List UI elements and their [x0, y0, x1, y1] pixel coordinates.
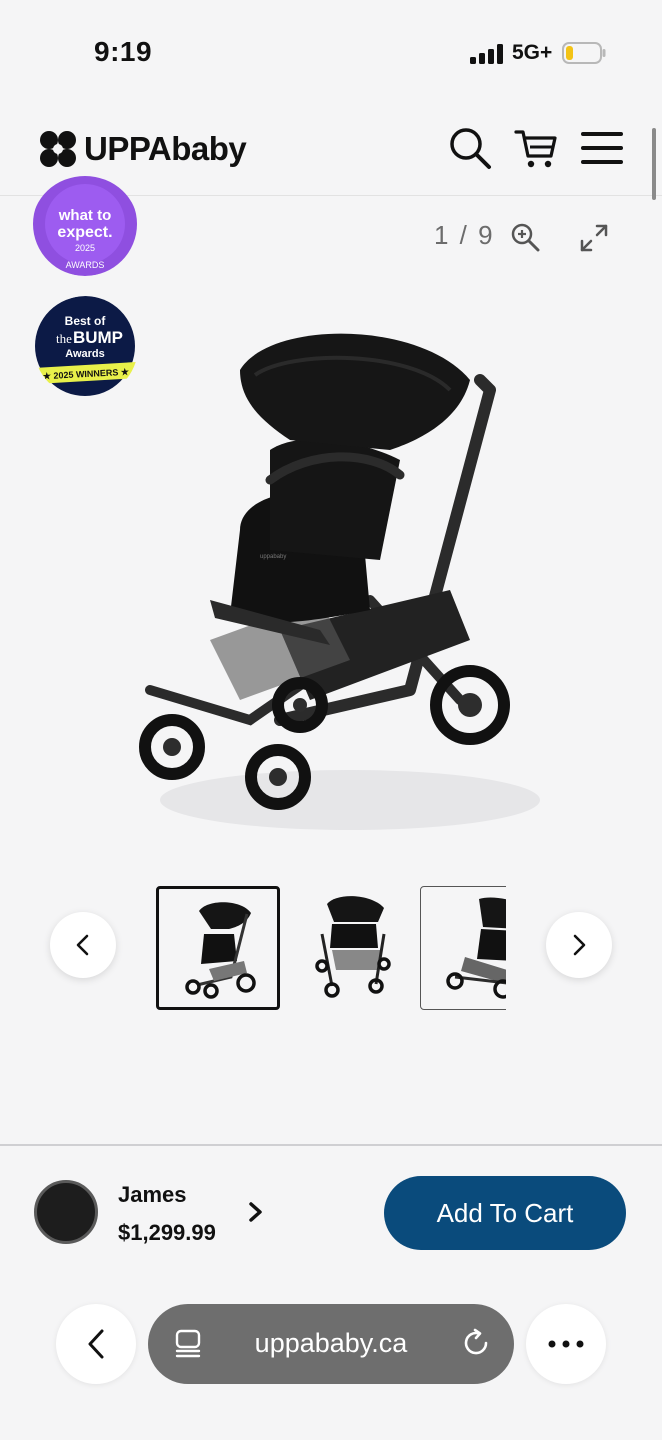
zoom-in-icon[interactable]	[510, 222, 540, 252]
cart-icon[interactable]	[514, 126, 558, 170]
battery-icon	[562, 42, 606, 64]
thumbnail-2[interactable]	[292, 886, 416, 1010]
browser-toolbar: uppababy.ca	[0, 1272, 662, 1440]
fullscreen-icon[interactable]	[578, 222, 610, 254]
variant-name: James	[118, 1182, 187, 1207]
network-type: 5G+	[512, 41, 553, 64]
carousel-next-button[interactable]	[546, 912, 612, 978]
reload-icon[interactable]	[462, 1328, 492, 1358]
more-icon	[548, 1340, 584, 1348]
url-text: uppababy.ca	[254, 1328, 408, 1358]
what-to-expect-award-badge: what to expect. 2025 AWARDS	[33, 176, 137, 276]
chevron-left-icon	[88, 1329, 104, 1359]
address-bar[interactable]: uppababy.ca	[148, 1304, 514, 1384]
carousel-prev-button[interactable]	[50, 912, 116, 978]
chevron-right-icon	[573, 934, 586, 956]
svg-text:Best of: Best of	[65, 314, 107, 328]
signal-icon	[470, 44, 503, 64]
browser-more-button[interactable]	[526, 1304, 606, 1384]
svg-text:Awards: Awards	[65, 348, 105, 360]
stroller-thumbnail-image	[185, 902, 256, 999]
chevron-right-icon[interactable]	[246, 1200, 266, 1224]
search-icon[interactable]	[448, 126, 492, 170]
svg-text:expect.: expect.	[57, 224, 112, 241]
image-counter: 1 / 9	[434, 220, 495, 250]
variant-price: $1,299.99	[118, 1220, 216, 1245]
browser-back-button[interactable]	[56, 1304, 136, 1384]
uppababy-logo[interactable]: UPPAbaby	[38, 128, 247, 170]
status-time: 9:19	[94, 36, 153, 67]
svg-text:BUMP: BUMP	[73, 328, 123, 347]
logo-wordmark: UPPAbaby	[84, 130, 247, 167]
thumbnail-1[interactable]	[156, 886, 280, 1010]
stroller-thumbnail-image	[315, 896, 391, 998]
stroller-thumbnail-image	[446, 897, 506, 999]
page-scrollbar[interactable]	[652, 128, 656, 200]
thumbnail-3[interactable]	[420, 886, 506, 1010]
svg-text:2025: 2025	[75, 243, 95, 253]
sticky-purchase-bar: James $1,299.99 Add To Cart	[0, 1146, 662, 1272]
chevron-left-icon	[76, 934, 89, 956]
svg-text:the: the	[56, 331, 72, 346]
svg-text:what to: what to	[58, 207, 112, 224]
menu-icon[interactable]	[580, 126, 624, 170]
status-bar: 9:19 5G+	[0, 0, 662, 100]
color-swatch[interactable]	[34, 1180, 98, 1244]
stroller-product-image[interactable]: uppababy	[120, 300, 560, 860]
logo-mark-icon	[40, 131, 76, 167]
thumbnail-strip	[156, 886, 506, 1012]
svg-text:uppababy: uppababy	[260, 554, 286, 560]
svg-text:AWARDS: AWARDS	[66, 260, 105, 270]
add-to-cart-button[interactable]: Add To Cart	[384, 1176, 626, 1250]
